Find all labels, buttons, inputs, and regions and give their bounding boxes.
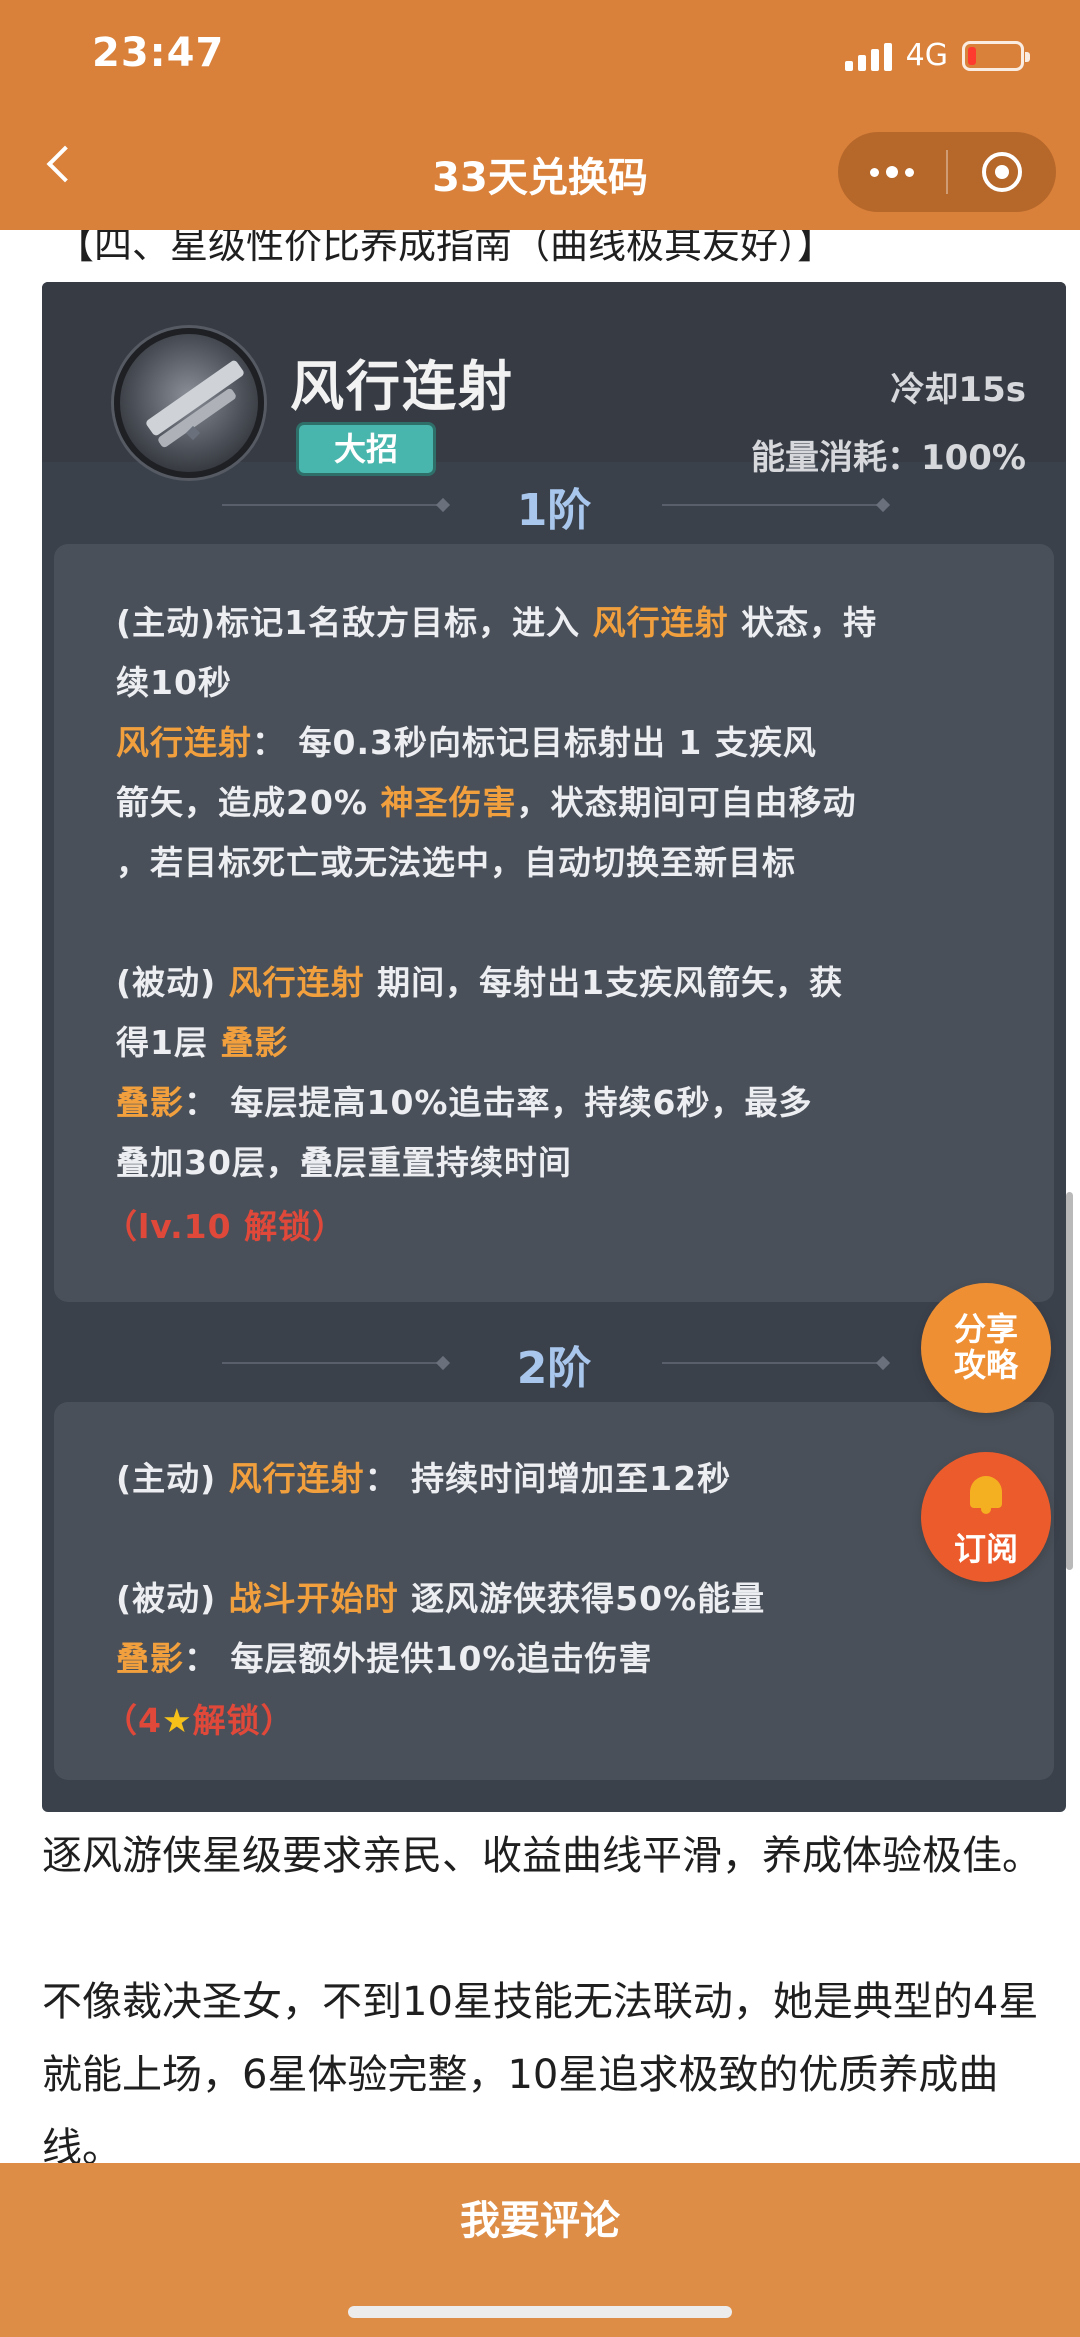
tier-1-line: ，若目标死亡或无法选中，自动切换至新目标 <box>116 843 796 882</box>
ultimate-badge: 大招 <box>296 422 436 476</box>
tier-2-line: 叠影： 每层额外提供10%追击伤害 <box>116 1632 652 1680</box>
tier-1-line: 风行连射： 每0.3秒向标记目标射出 1 支疾风 <box>116 716 817 764</box>
text: (主动)标记1名敌方目标，进入 <box>116 603 593 642</box>
share-guide-label: 分享攻略 <box>953 1310 1018 1384</box>
keyword-highlight: 战斗开始时 <box>228 1579 399 1618</box>
top-bar: 23:47 4G 33天兑换码 <box>0 0 1080 230</box>
energy-cost-text: 能量消耗：100% <box>750 438 1026 478</box>
tier-2-box: (主动) 风行连射： 持续时间增加至12秒 (被动) 战斗开始时 逐风游侠获得5… <box>54 1402 1054 1780</box>
share-guide-button[interactable]: 分享攻略 <box>921 1283 1051 1413</box>
tier-2-unlock: （4★解锁） <box>104 1694 295 1742</box>
more-dots-icon[interactable] <box>838 132 946 212</box>
network-label: 4G <box>905 38 948 73</box>
keyword-highlight: 神圣伤害 <box>380 783 517 822</box>
text: (被动) <box>116 1579 229 1618</box>
home-indicator[interactable] <box>348 2306 732 2318</box>
text: 期间，每射出1支疾风箭矢，获 <box>364 963 844 1002</box>
bell-icon <box>967 1472 1005 1514</box>
miniapp-capsule <box>838 132 1056 212</box>
article-paragraph: 不像裁决圣女，不到10星技能无法联动，她是典型的4星就能上场，6星体验完整，10… <box>42 1979 1039 2163</box>
tier-1-box: (主动)标记1名敌方目标，进入 风行连射 状态，持 续10秒 风行连射： 每0.… <box>54 544 1054 1302</box>
article-paragraph: 逐风游侠星级要求亲民、收益曲线平滑，养成体验极佳。 <box>42 1833 1042 1879</box>
keyword-highlight: 叠影 <box>116 1083 184 1122</box>
text: 箭矢，造成20% <box>116 783 381 822</box>
signal-icon <box>844 41 892 71</box>
tier-1-line: 续10秒 <box>116 663 232 702</box>
keyword-highlight: 风行连射 <box>228 963 365 1002</box>
status-indicators: 4G <box>844 38 1030 73</box>
scrollbar[interactable] <box>1066 1192 1073 1570</box>
skill-avatar-icon <box>114 328 264 478</box>
keyword-highlight: 叠影 <box>220 1023 289 1062</box>
keyword-highlight: 风行连射 <box>116 723 252 762</box>
text: ，状态期间可自由移动 <box>516 783 857 822</box>
battery-icon <box>962 40 1030 71</box>
skill-name: 风行连射 <box>290 355 514 418</box>
keyword-highlight: 叠影 <box>116 1639 184 1678</box>
text: 解锁） <box>192 1701 295 1740</box>
keyword-highlight: 风行连射 <box>228 1459 365 1498</box>
star-icon: ★ <box>161 1701 193 1740</box>
subscribe-button[interactable]: 订阅 <box>921 1452 1051 1582</box>
tier-1-line: 叠加30层，叠层重置持续时间 <box>116 1143 572 1182</box>
text: 得1层 <box>116 1023 221 1062</box>
tier-1-unlock: （lv.10 解锁） <box>104 1207 347 1246</box>
close-circle-icon[interactable] <box>948 132 1056 212</box>
text: (被动) <box>116 963 229 1002</box>
status-time: 23:47 <box>92 30 225 76</box>
section-heading: 【四、星级性价比养成指南（曲线极其友好）】 <box>56 230 836 267</box>
tier-2-line: (主动) 风行连射： 持续时间增加至12秒 <box>116 1452 731 1500</box>
comment-button[interactable]: 我要评论 <box>340 2191 740 2251</box>
cooldown-text: 冷却15s <box>890 370 1026 410</box>
tier-2-label: 2阶 <box>516 1343 592 1394</box>
text: ： 每层额外提供10%追击伤害 <box>184 1639 653 1678</box>
text: （4 <box>104 1701 162 1740</box>
text: ： 持续时间增加至12秒 <box>364 1459 732 1498</box>
tier-1-label: 1阶 <box>516 485 592 536</box>
keyword-highlight: 风行连射 <box>592 603 729 642</box>
tier-1-line: 得1层 叠影 <box>116 1016 288 1064</box>
text: (主动) <box>116 1459 229 1498</box>
skill-card-image: 风行连射 大招 冷却15s 能量消耗：100% 1阶 (主动)标记1名敌方目标，… <box>42 282 1066 1812</box>
tier-1-line: 箭矢，造成20% 神圣伤害，状态期间可自由移动 <box>116 776 856 824</box>
tier-1-line: (主动)标记1名敌方目标，进入 风行连射 状态，持 <box>116 596 877 644</box>
bottom-bar: 我要评论 <box>0 2163 1080 2337</box>
tier-1-line: 叠影： 每层提高10%追击率，持续6秒，最多 <box>116 1076 812 1124</box>
subscribe-label: 订阅 <box>953 1530 1018 1568</box>
text: ： 每0.3秒向标记目标射出 1 支疾风 <box>252 723 817 762</box>
text: ： 每层提高10%追击率，持续6秒，最多 <box>184 1083 813 1122</box>
article: 【四、星级性价比养成指南（曲线极其友好）】 风行连射 大招 冷却15s 能量消耗… <box>28 230 1066 2163</box>
tier-1-line: (被动) 风行连射 期间，每射出1支疾风箭矢，获 <box>116 956 843 1004</box>
tier-2-line: (被动) 战斗开始时 逐风游侠获得50%能量 <box>116 1572 765 1620</box>
text: 逐风游侠获得50%能量 <box>398 1579 766 1618</box>
content-area[interactable]: 【四、星级性价比养成指南（曲线极其友好）】 风行连射 大招 冷却15s 能量消耗… <box>0 230 1080 2163</box>
text: 状态，持 <box>728 603 878 642</box>
